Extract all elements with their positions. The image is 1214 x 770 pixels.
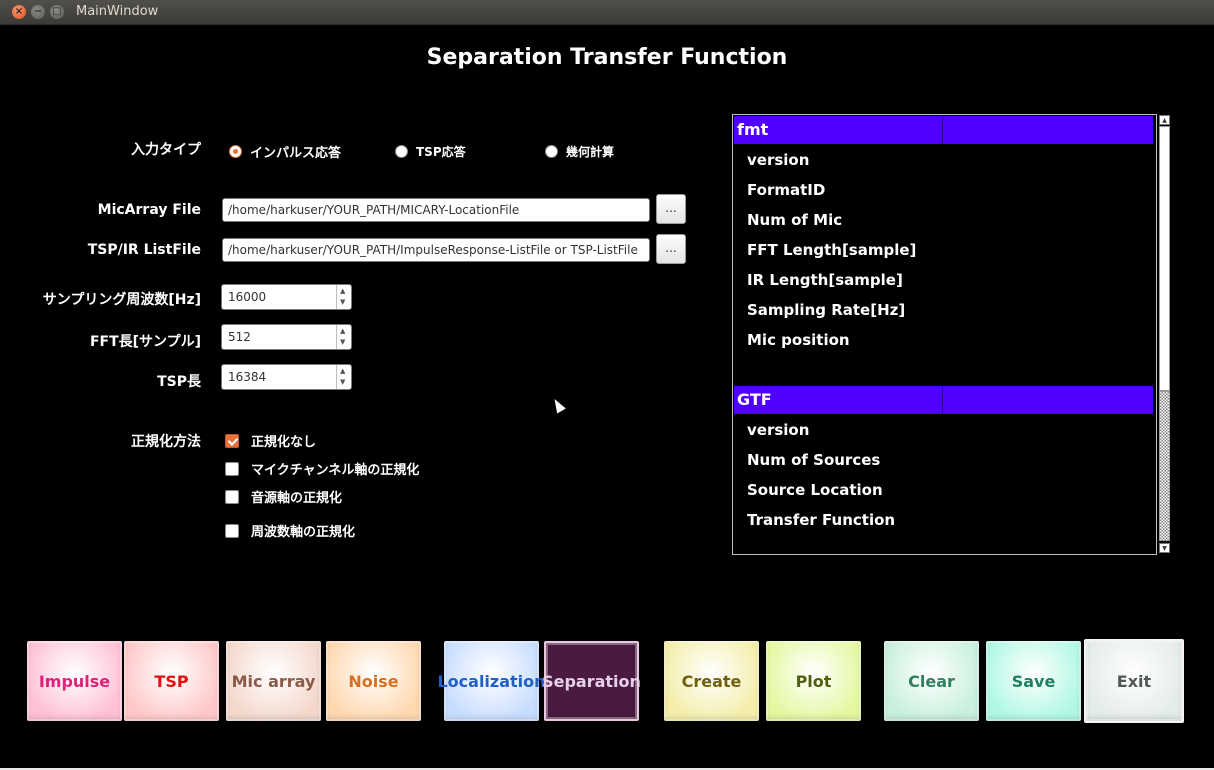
scroll-thumb[interactable] — [1159, 126, 1170, 391]
mouse-cursor-icon — [550, 396, 566, 414]
noise-button[interactable]: Noise — [326, 641, 421, 721]
spin-down-icon[interactable]: ▼ — [340, 379, 345, 386]
maximize-window-button[interactable]: □ — [50, 5, 64, 19]
normalize-label: 正規化方法 — [131, 434, 201, 450]
spin-arrows[interactable]: ▲ ▼ — [336, 365, 351, 389]
micarray-file-input[interactable]: /home/harkuser/YOUR_PATH/MICARY-Location… — [222, 198, 650, 222]
checkbox-indicator — [225, 433, 239, 448]
clear-button[interactable]: Clear — [884, 641, 979, 721]
tree-item[interactable]: IR Length[sample] — [747, 271, 903, 289]
scroll-down-icon[interactable]: ▼ — [1159, 543, 1170, 553]
localization-button[interactable]: Localization — [437, 641, 546, 721]
column-divider — [942, 386, 943, 414]
radio-label: TSP応答 — [416, 145, 466, 159]
tree-header-gtf[interactable]: GTF — [734, 386, 1153, 414]
scroll-track[interactable] — [1159, 391, 1170, 541]
radio-impulse-response[interactable]: インパルス応答 — [229, 142, 341, 161]
tsp-list-file-input[interactable]: /home/harkuser/YOUR_PATH/ImpulseResponse… — [222, 238, 650, 262]
checkbox-source-axis[interactable]: 音源軸の正規化 — [225, 487, 342, 506]
tree-item[interactable]: version — [747, 151, 809, 169]
tree-item[interactable]: FormatID — [747, 181, 825, 199]
tree-header-label: fmt — [737, 120, 769, 139]
spin-arrows[interactable]: ▲ ▼ — [336, 285, 351, 309]
spin-up-icon[interactable]: ▲ — [340, 288, 345, 295]
close-window-button[interactable]: × — [12, 5, 26, 19]
create-button[interactable]: Create — [664, 641, 759, 721]
tree-item[interactable]: version — [747, 421, 809, 439]
tree-item[interactable]: Transfer Function — [747, 511, 895, 529]
tree-header-fmt[interactable]: fmt — [734, 116, 1153, 144]
fft-length-spinbox[interactable]: 512 ▲ ▼ — [221, 324, 352, 350]
spin-arrows[interactable]: ▲ ▼ — [336, 325, 351, 349]
radio-geometric-calc[interactable]: 幾何計算 — [545, 143, 614, 160]
checkbox-label: マイクチャンネル軸の正規化 — [251, 463, 420, 478]
tsp-length-label: TSP長 — [157, 374, 201, 390]
tsp-list-browse-button[interactable]: ... — [656, 234, 686, 264]
sampling-rate-spinbox[interactable]: 16000 ▲ ▼ — [221, 284, 352, 310]
checkbox-label: 正規化なし — [251, 435, 317, 450]
checkbox-indicator — [225, 461, 239, 476]
sampling-rate-value: 16000 — [228, 290, 267, 304]
window-title: MainWindow — [76, 4, 159, 19]
checkbox-no-normalize[interactable]: 正規化なし — [225, 431, 316, 450]
impulse-button[interactable]: Impulse — [27, 641, 122, 721]
tree-header-label: GTF — [737, 390, 772, 409]
spin-up-icon[interactable]: ▲ — [340, 368, 345, 375]
format-tree-view[interactable]: fmt version FormatID Num of Mic FFT Leng… — [732, 114, 1157, 555]
tree-item[interactable]: Sampling Rate[Hz] — [747, 301, 905, 319]
sampling-rate-label: サンプリング周波数[Hz] — [42, 292, 201, 308]
tree-item[interactable]: Num of Sources — [747, 451, 880, 469]
fft-length-value: 512 — [228, 330, 251, 344]
tsp-list-file-label: TSP/IR ListFile — [87, 242, 201, 258]
micarray-file-label: MicArray File — [97, 202, 201, 218]
tree-item[interactable]: Num of Mic — [747, 211, 842, 229]
title-bar: × − □ MainWindow — [0, 0, 1214, 25]
radio-label: インパルス応答 — [250, 146, 342, 161]
checkbox-mic-channel[interactable]: マイクチャンネル軸の正規化 — [225, 459, 419, 478]
tree-item[interactable]: FFT Length[sample] — [747, 241, 916, 259]
save-button[interactable]: Save — [986, 641, 1081, 721]
mic-array-button[interactable]: Mic array — [226, 641, 321, 721]
main-window: × − □ MainWindow Separation Transfer Fun… — [0, 0, 1214, 770]
scroll-up-icon[interactable]: ▲ — [1159, 115, 1170, 125]
tsp-button[interactable]: TSP — [124, 641, 219, 721]
tsp-length-value: 16384 — [228, 370, 267, 384]
radio-indicator — [229, 145, 242, 158]
checkbox-label: 周波数軸の正規化 — [251, 525, 356, 540]
checkbox-frequency-axis[interactable]: 周波数軸の正規化 — [225, 521, 355, 540]
exit-button[interactable]: Exit — [1084, 639, 1184, 723]
content-area: Separation Transfer Function 入力タイプ インパルス… — [1, 25, 1213, 768]
checkbox-indicator — [225, 523, 239, 538]
spin-up-icon[interactable]: ▲ — [340, 328, 345, 335]
page-title: Separation Transfer Function — [426, 45, 788, 70]
tree-item[interactable]: Mic position — [747, 331, 850, 349]
tree-scrollbar[interactable]: ▲ ▼ — [1158, 114, 1172, 555]
plot-button[interactable]: Plot — [766, 641, 861, 721]
spin-down-icon[interactable]: ▼ — [340, 339, 345, 346]
tree-item[interactable]: Source Location — [747, 481, 883, 499]
spin-down-icon[interactable]: ▼ — [340, 299, 345, 306]
fft-length-label: FFT長[サンプル] — [89, 334, 201, 350]
radio-label: 幾何計算 — [566, 145, 615, 159]
radio-indicator — [395, 145, 408, 158]
separation-button[interactable]: Separation — [542, 641, 641, 721]
input-type-label: 入力タイプ — [131, 142, 201, 158]
checkbox-label: 音源軸の正規化 — [251, 491, 343, 506]
checkbox-indicator — [225, 489, 239, 504]
radio-indicator — [545, 145, 558, 158]
column-divider — [942, 116, 943, 144]
tsp-length-spinbox[interactable]: 16384 ▲ ▼ — [221, 364, 352, 390]
radio-tsp-response[interactable]: TSP応答 — [395, 143, 466, 160]
minimize-window-button[interactable]: − — [31, 5, 45, 19]
micarray-browse-button[interactable]: ... — [656, 194, 686, 224]
